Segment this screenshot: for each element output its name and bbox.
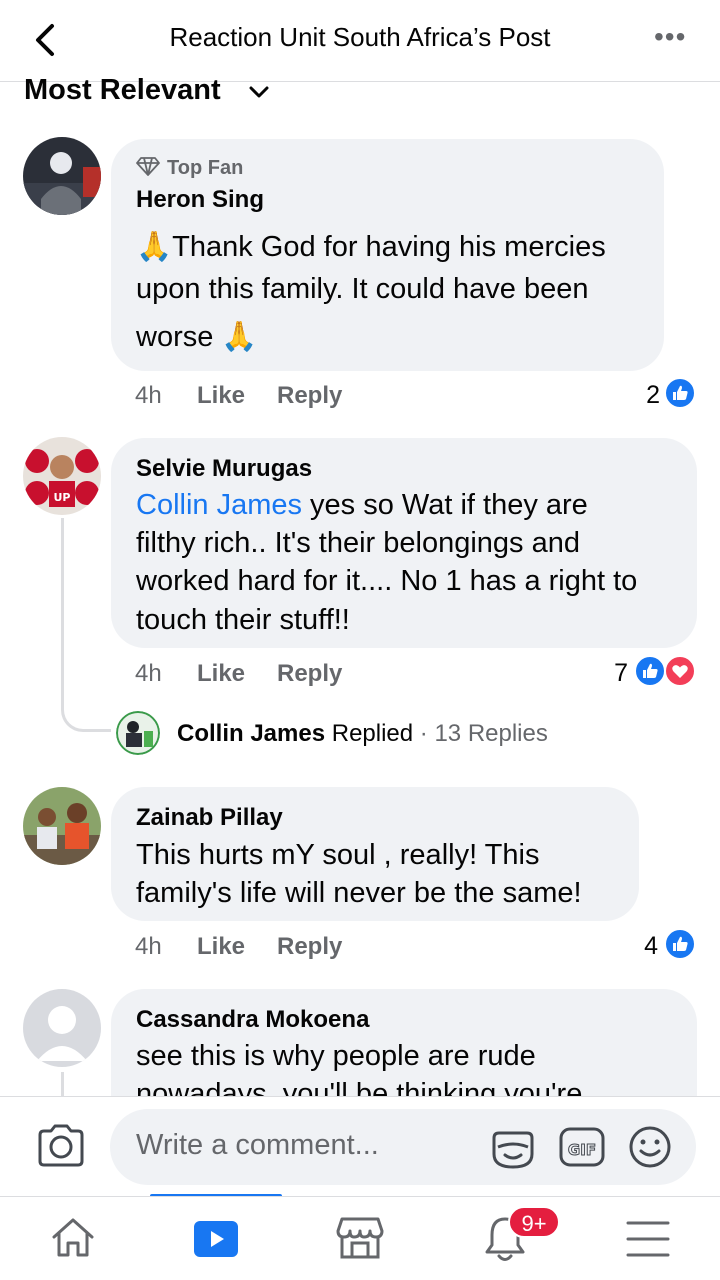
comment-text-line: worse 🙏 (136, 321, 258, 353)
like-button[interactable]: Like (197, 933, 245, 961)
replied-label: Replied (331, 720, 414, 747)
like-reaction-icon (664, 377, 696, 409)
comment-text-line: worked hard for it.... No 1 has a right … (136, 565, 638, 597)
gif-icon[interactable]: GIF (558, 1125, 606, 1169)
comment-text-line: family's life will never be the same! (136, 877, 582, 909)
comment-text-line: This hurts mY soul , really! This (136, 839, 540, 871)
comment-author[interactable]: Selvie Murugas (136, 455, 312, 483)
comment-text-line: 🙏Thank God for having his mercies (136, 231, 606, 263)
bottom-tab-bar (0, 1196, 720, 1280)
comment-time: 4h (135, 933, 162, 960)
home-icon (52, 1218, 94, 1257)
reply-button[interactable]: Reply (277, 660, 342, 688)
comment-author[interactable]: Cassandra Mokoena (136, 1006, 369, 1034)
tab-menu[interactable] (576, 1197, 720, 1280)
marketplace-store-icon (336, 1217, 384, 1259)
view-replies-link[interactable]: Collin James Replied · 13 Replies (177, 720, 548, 748)
tab-home[interactable] (0, 1197, 144, 1280)
comment-time: 4h (135, 382, 162, 409)
notifications-badge: 9+ (508, 1206, 560, 1238)
top-bar: Reaction Unit South Africa’s Post ••• (0, 0, 720, 82)
diamond-icon (136, 157, 160, 176)
comment-text-line: touch their stuff!! (136, 604, 350, 636)
comment-author[interactable]: Heron Sing (136, 186, 264, 214)
sort-dropdown-label[interactable]: Most Relevant (24, 74, 221, 107)
reply-author: Collin James (177, 720, 326, 747)
like-reaction-icon (634, 655, 666, 687)
comment-text: yes so Wat if they are (302, 489, 588, 521)
comment-text-line: filthy rich.. It's their belongings and (136, 527, 580, 559)
comment-text-line: see this is why people are rude (136, 1040, 536, 1072)
reply-avatar[interactable] (116, 711, 160, 755)
tab-marketplace[interactable] (288, 1197, 432, 1280)
like-button[interactable]: Like (197, 660, 245, 688)
comment-composer: Write a comment... GIF (0, 1096, 720, 1196)
reaction-count[interactable]: 7 (600, 659, 628, 688)
reply-count: · 13 Replies (419, 720, 548, 747)
reaction-count[interactable]: 4 (630, 932, 658, 961)
reply-button[interactable]: Reply (277, 382, 342, 410)
comment-input-placeholder: Write a comment... (136, 1129, 379, 1161)
like-reaction-icon (664, 928, 696, 960)
default-avatar-icon (37, 1006, 87, 1061)
reply-button[interactable]: Reply (277, 933, 342, 961)
avatar-placeholder[interactable] (23, 989, 101, 1067)
hamburger-menu-icon (626, 1221, 670, 1257)
avatar-photo (23, 787, 101, 865)
avatar-sticker-icon[interactable] (490, 1125, 536, 1171)
more-options-icon[interactable]: ••• (654, 22, 686, 52)
comment-author[interactable]: Zainab Pillay (136, 804, 283, 832)
avatar-photo: UP (23, 437, 101, 515)
emoji-icon[interactable] (628, 1125, 672, 1169)
avatar-photo (116, 711, 160, 755)
top-fan-badge: Top Fan (167, 157, 244, 179)
thread-connector (61, 690, 111, 732)
svg-text:GIF: GIF (568, 1141, 596, 1159)
like-button[interactable]: Like (197, 382, 245, 410)
reaction-count[interactable]: 2 (630, 381, 660, 410)
camera-icon[interactable] (36, 1123, 86, 1167)
thread-line (61, 518, 64, 708)
love-reaction-icon (664, 655, 696, 687)
avatar[interactable]: UP (23, 437, 101, 515)
page-title: Reaction Unit South Africa’s Post (169, 22, 551, 52)
avatar-photo (23, 137, 101, 215)
chevron-down-icon[interactable] (248, 84, 270, 100)
svg-text:UP: UP (54, 491, 71, 504)
avatar[interactable] (23, 787, 101, 865)
tab-watch[interactable] (144, 1197, 288, 1280)
video-play-icon (194, 1221, 238, 1257)
avatar[interactable] (23, 137, 101, 215)
mention-link[interactable]: Collin James (136, 489, 302, 521)
comment-text-line: upon this family. It could have been (136, 273, 589, 305)
comment-text-line: Collin James yes so Wat if they are (136, 489, 588, 522)
comment-time: 4h (135, 660, 162, 687)
